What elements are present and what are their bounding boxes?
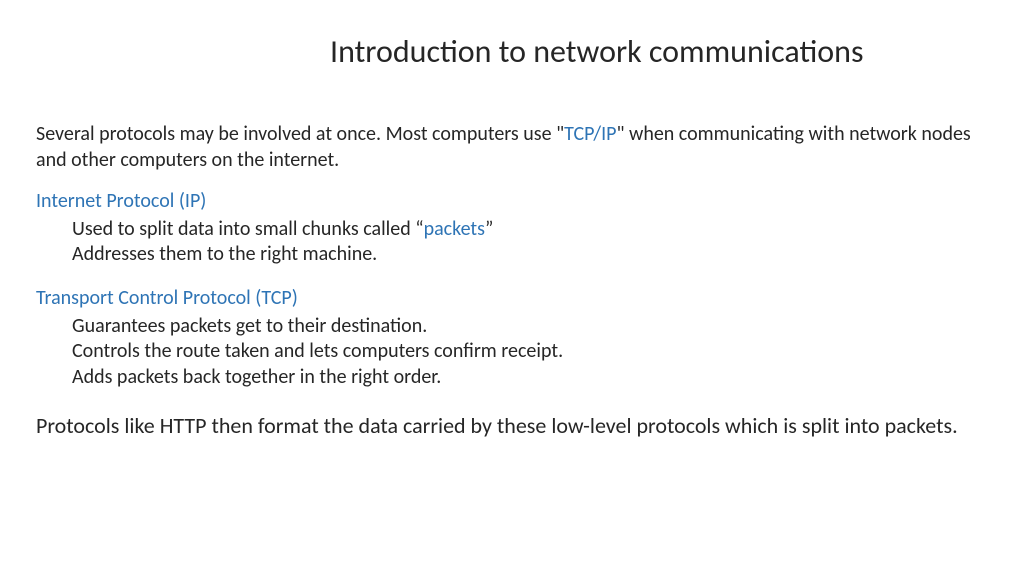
slide-body: Several protocols may be involved at onc… [36,122,988,440]
tcpip-link[interactable]: TCP/IP [564,122,616,146]
closing-paragraph: Protocols like HTTP then format the data… [36,412,988,440]
ip-details: Used to split data into small chunks cal… [72,217,988,268]
ip-line-1: Used to split data into small chunks cal… [72,217,988,243]
tcp-line-2: Controls the route taken and lets comput… [72,339,988,365]
tcp-heading: Transport Control Protocol (TCP) [36,286,988,312]
intro-paragraph: Several protocols may be involved at onc… [36,122,988,173]
ip-line1-post: ” [485,217,493,241]
ip-line-2: Addresses them to the right machine. [72,242,988,268]
tcp-line-1: Guarantees packets get to their destinat… [72,314,988,340]
slide: Introduction to network communications S… [0,0,1024,576]
tcp-line-3: Adds packets back together in the right … [72,365,988,391]
tcp-details: Guarantees packets get to their destinat… [72,314,988,391]
intro-text-pre: Several protocols may be involved at onc… [36,122,564,146]
slide-title: Introduction to network communications [330,32,863,71]
packets-link[interactable]: packets [424,217,485,241]
ip-line1-pre: Used to split data into small chunks cal… [72,217,424,241]
ip-heading: Internet Protocol (IP) [36,189,988,215]
